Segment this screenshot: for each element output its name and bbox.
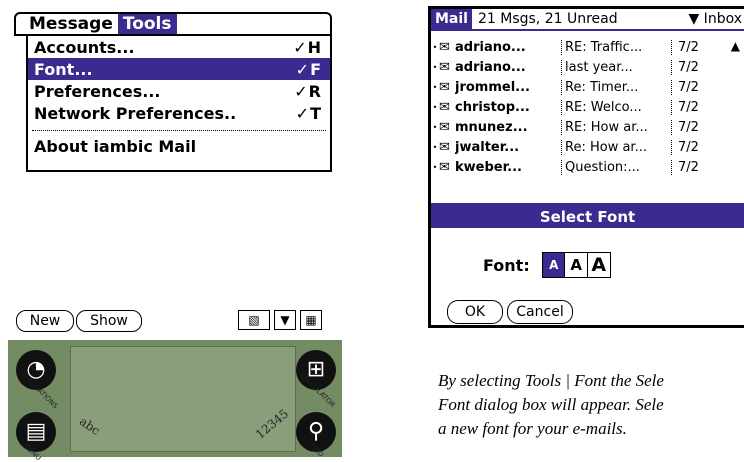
font-option-large[interactable]: A (586, 252, 611, 278)
caption: By selecting Tools | Font the Sele Font … (438, 369, 744, 441)
menu-item-about[interactable]: About iambic Mail (28, 135, 330, 157)
font-option-bold[interactable]: A (564, 252, 589, 278)
right-palm-screen: Mail 21 Msgs, 21 Unread ▼ Inbox • ✉ adri… (428, 6, 744, 328)
folder-select[interactable]: ▼ Inbox (688, 11, 744, 27)
font-label: Font: (483, 255, 530, 275)
message-date: 7/2 (671, 139, 708, 155)
silkscreen-area: ◔ APPLICATIONS ▤ MENU abc 12345 ⊞ CALCUL… (8, 340, 342, 462)
message-from: jwalter... (455, 139, 520, 155)
bullet-icon: • (432, 62, 438, 72)
cancel-button[interactable]: Cancel (507, 300, 573, 324)
menu-bar: Message Tools (14, 12, 332, 36)
envelope-icon: ✉ (439, 79, 450, 95)
bullet-icon: • (432, 142, 438, 152)
message-from: jrommel... (455, 79, 530, 95)
bullet-icon: • (432, 102, 438, 112)
message-subject: RE: Welco... (561, 99, 671, 115)
message-date: 7/2 (671, 79, 708, 95)
left-palm-screen: Message Tools Accounts... ✓H Font... ✓F … (8, 8, 342, 338)
caption-line: Font dialog box will appear. Sele (438, 395, 664, 414)
envelope-icon: ✉ (439, 99, 450, 115)
menu-shortcut: ✓R (294, 81, 322, 101)
envelope-icon: ✉ (439, 119, 450, 135)
message-subject: RE: How ar... (561, 119, 671, 135)
graffiti-area[interactable]: abc 12345 (70, 346, 296, 452)
envelope-icon: ✉ (439, 159, 450, 175)
message-from: kweber... (455, 159, 522, 175)
message-subject: last year... (561, 59, 671, 75)
menu-tools[interactable]: Tools (117, 14, 177, 34)
message-row[interactable]: • ✉ mnunez... RE: How ar... 7/2 (431, 117, 744, 137)
message-row[interactable]: • ✉ adriano... last year... 7/2 (431, 57, 744, 77)
message-subject: Re: Timer... (561, 79, 671, 95)
message-date: 7/2 (671, 159, 708, 175)
bullet-icon: • (432, 122, 438, 132)
message-date: 7/2 (671, 99, 708, 115)
menu-item-font[interactable]: Font... ✓F (28, 58, 330, 80)
connect-icon[interactable]: ▧ (238, 310, 270, 330)
font-option-small[interactable]: A (541, 252, 566, 278)
scroll-up-icon[interactable]: ▲ (731, 39, 740, 53)
menu-item-accounts[interactable]: Accounts... ✓H (28, 36, 330, 58)
message-subject: Question:... (561, 159, 671, 175)
menu-separator (32, 130, 326, 131)
message-row[interactable]: • ✉ christop... RE: Welco... 7/2 (431, 97, 744, 117)
envelope-icon: ✉ (439, 59, 450, 75)
bottom-command-bar: New Show ▧ ▼ ▦ (12, 310, 340, 334)
mail-title-bar: Mail 21 Msgs, 21 Unread ▼ Inbox (431, 9, 744, 31)
menu-item-label: Accounts... (34, 37, 135, 57)
message-from: mnunez... (455, 119, 528, 135)
menu-shortcut: ✓F (295, 59, 322, 79)
show-button[interactable]: Show (76, 310, 142, 332)
message-date: 7/2 (671, 119, 708, 135)
message-row[interactable]: • ✉ jrommel... Re: Timer... 7/2 (431, 77, 744, 97)
message-list: • ✉ adriano... RE: Traffic... 7/2 • ✉ ad… (431, 37, 744, 177)
message-row[interactable]: • ✉ jwalter... Re: How ar... 7/2 (431, 137, 744, 157)
graffiti-numbers: 12345 (252, 406, 292, 442)
menu-shortcut: ✓T (295, 103, 322, 123)
tools-menu-dropdown: Accounts... ✓H Font... ✓F Preferences...… (26, 36, 332, 172)
message-subject: Re: How ar... (561, 139, 671, 155)
menu-message[interactable]: Message (24, 14, 118, 34)
envelope-icon: ✉ (439, 139, 450, 155)
message-from: adriano... (455, 39, 526, 55)
menu-item-preferences[interactable]: Preferences... ✓R (28, 80, 330, 102)
message-row[interactable]: • ✉ kweber... Question:... 7/2 (431, 157, 744, 177)
dialog-title: Select Font (431, 206, 744, 228)
graffiti-letters: abc (76, 414, 103, 438)
bullet-icon: • (432, 42, 438, 52)
message-from: christop... (455, 99, 530, 115)
message-date: 7/2 (671, 59, 708, 75)
menu-item-label: Font... (34, 59, 93, 79)
menu-item-label: Network Preferences.. (34, 103, 237, 123)
new-button[interactable]: New (16, 310, 74, 332)
message-count: 21 Msgs, 21 Unread (477, 11, 618, 27)
caption-line: a new font for your e-mails. (438, 419, 627, 438)
ok-button[interactable]: OK (447, 300, 503, 324)
select-font-dialog: Select Font Font: A A A OK Cancel (431, 203, 744, 325)
menu-item-network-preferences[interactable]: Network Preferences.. ✓T (28, 102, 330, 124)
menu-shortcut: ✓H (293, 37, 322, 57)
list-view-icon[interactable]: ▦ (300, 310, 322, 330)
message-row[interactable]: • ✉ adriano... RE: Traffic... 7/2 (431, 37, 744, 57)
message-from: adriano... (455, 59, 526, 75)
font-row: Font: A A A (483, 252, 611, 278)
menu-item-label: About iambic Mail (34, 136, 197, 156)
menu-item-label: Preferences... (34, 81, 161, 101)
bullet-icon: • (432, 82, 438, 92)
message-subject: RE: Traffic... (561, 39, 671, 55)
envelope-icon: ✉ (439, 39, 450, 55)
message-date: 7/2 (671, 39, 708, 55)
caption-line: By selecting Tools | Font the Sele (438, 371, 664, 390)
dropdown-arrow-icon[interactable]: ▼ (274, 310, 296, 330)
app-title-tab[interactable]: Mail (431, 9, 472, 29)
bullet-icon: • (432, 162, 438, 172)
